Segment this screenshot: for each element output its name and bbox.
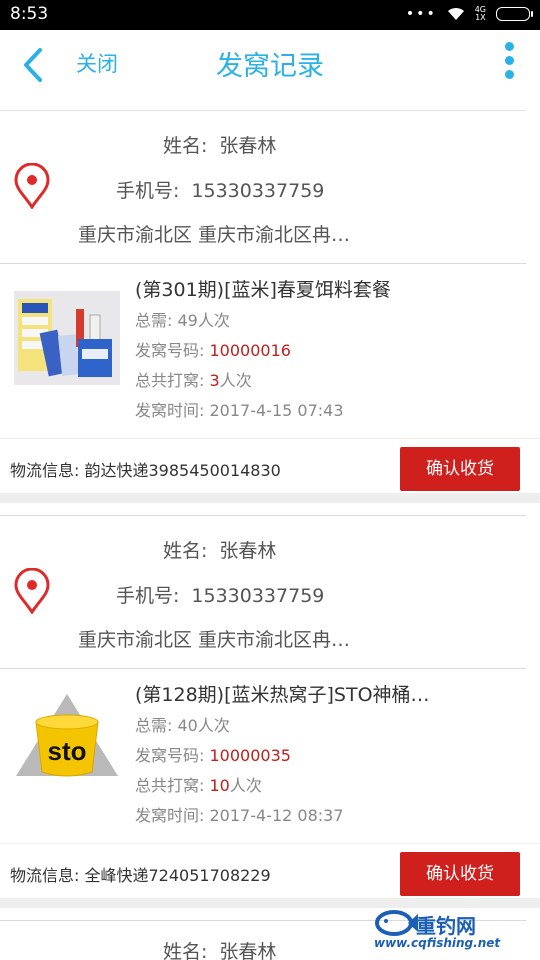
page-title: 发窝记录 bbox=[216, 51, 324, 82]
section-divider bbox=[0, 843, 540, 844]
logistics-row: 物流信息: 全峰快递724051708229 bbox=[10, 862, 271, 886]
time-label: 发窝时间: bbox=[135, 401, 205, 420]
count-label: 总共打窝: bbox=[135, 776, 205, 795]
code-row: 发窝号码: 10000035 bbox=[135, 742, 291, 766]
logistics-label: 物流信息: bbox=[10, 866, 80, 885]
time-row: 发窝时间: 2017-4-15 07:43 bbox=[135, 397, 344, 421]
phone-number: 15330337759 bbox=[191, 180, 325, 202]
phone-row: 手机号: 15330337759 bbox=[116, 176, 324, 203]
product-logo-text: sto bbox=[48, 736, 87, 766]
recipient-name-row: 姓名: 张春林 bbox=[163, 536, 276, 563]
logistics-value: 韵达快递3985450014830 bbox=[84, 461, 281, 480]
status-bar: 8:53 ••• 4G 1X bbox=[0, 0, 540, 30]
record-card: 姓名: 张春林 手机号: 15330337759 重庆市渝北区 重庆市渝北区冉… s… bbox=[0, 516, 540, 898]
signal-label: 1X bbox=[475, 13, 486, 22]
product-title[interactable]: (第301期)[蓝米]春夏饵料套餐 bbox=[135, 275, 530, 302]
total-label: 总需: bbox=[135, 716, 173, 735]
phone-number: 15330337759 bbox=[191, 585, 325, 607]
count-row: 总共打窝: 10人次 bbox=[135, 772, 262, 796]
nav-bar: 关闭 发窝记录 bbox=[0, 30, 540, 110]
count-value: 3 bbox=[209, 371, 220, 390]
fish-logo-icon bbox=[375, 910, 418, 936]
phone-label: 手机号: bbox=[116, 585, 180, 607]
signal-icon: 4G 1X bbox=[475, 6, 486, 22]
time-value: 2017-4-15 07:43 bbox=[209, 401, 344, 420]
recipient-name-row: 姓名: 张春林 bbox=[163, 131, 276, 158]
recipient-name: 张春林 bbox=[219, 135, 277, 157]
product-title[interactable]: (第128期)[蓝米热窝子]STO神桶… bbox=[135, 680, 530, 707]
recipient-name: 张春林 bbox=[219, 540, 277, 562]
logistics-label: 物流信息: bbox=[10, 461, 80, 480]
count-row: 总共打窝: 3人次 bbox=[135, 367, 252, 391]
time-label: 发窝时间: bbox=[135, 806, 205, 825]
name-label: 姓名: bbox=[163, 540, 208, 562]
notification-dots-icon: ••• bbox=[405, 6, 437, 22]
section-divider bbox=[0, 263, 526, 264]
status-icons: ••• 4G 1X bbox=[405, 6, 533, 22]
total-value: 49人次 bbox=[177, 311, 230, 330]
record-card: 姓名: 张春林 手机号: 15330337759 重庆市渝北区 重庆市渝北区冉… (… bbox=[0, 111, 540, 493]
logistics-row: 物流信息: 韵达快递3985450014830 bbox=[10, 457, 281, 481]
card-separator bbox=[0, 493, 540, 503]
section-divider bbox=[0, 668, 526, 669]
address-text: 重庆市渝北区 重庆市渝北区冉… bbox=[78, 629, 351, 651]
name-label: 姓名: bbox=[163, 941, 208, 960]
more-options-icon[interactable] bbox=[502, 42, 516, 86]
confirm-receipt-button[interactable]: 确认收货 bbox=[400, 852, 520, 896]
recipient-name: 张春林 bbox=[219, 941, 277, 960]
location-pin-icon bbox=[14, 568, 50, 614]
total-needed-row: 总需: 49人次 bbox=[135, 307, 230, 331]
count-unit: 人次 bbox=[219, 371, 252, 390]
count-value: 10 bbox=[209, 776, 230, 795]
total-value: 40人次 bbox=[177, 716, 230, 735]
site-watermark: 重钓网 www.cqfishing.net bbox=[374, 908, 534, 954]
total-needed-row: 总需: 40人次 bbox=[135, 712, 230, 736]
product-image[interactable]: sto bbox=[14, 690, 120, 784]
code-label: 发窝号码: bbox=[135, 746, 205, 765]
time-value: 2017-4-12 08:37 bbox=[209, 806, 344, 825]
watermark-url: www.cqfishing.net bbox=[374, 936, 501, 950]
phone-row: 手机号: 15330337759 bbox=[116, 581, 324, 608]
total-label: 总需: bbox=[135, 311, 173, 330]
time-row: 发窝时间: 2017-4-12 08:37 bbox=[135, 802, 344, 826]
location-pin-icon bbox=[14, 163, 50, 209]
count-unit: 人次 bbox=[229, 776, 262, 795]
section-divider bbox=[0, 438, 540, 439]
watermark-brand: 重钓网 bbox=[416, 914, 476, 938]
code-value: 10000016 bbox=[209, 341, 291, 360]
address-text: 重庆市渝北区 重庆市渝北区冉… bbox=[78, 224, 351, 246]
recipient-name-row: 姓名: 张春林 bbox=[163, 937, 276, 960]
battery-icon bbox=[496, 7, 533, 21]
status-time: 8:53 bbox=[10, 4, 49, 24]
wifi-icon bbox=[447, 7, 464, 20]
confirm-receipt-button[interactable]: 确认收货 bbox=[400, 447, 520, 491]
code-label: 发窝号码: bbox=[135, 341, 205, 360]
logistics-value: 全峰快递724051708229 bbox=[84, 866, 271, 885]
card-separator bbox=[0, 898, 540, 908]
phone-label: 手机号: bbox=[116, 180, 180, 202]
code-row: 发窝号码: 10000016 bbox=[135, 337, 291, 361]
name-label: 姓名: bbox=[163, 135, 208, 157]
code-value: 10000035 bbox=[209, 746, 291, 765]
count-label: 总共打窝: bbox=[135, 371, 205, 390]
product-image[interactable] bbox=[14, 291, 120, 385]
